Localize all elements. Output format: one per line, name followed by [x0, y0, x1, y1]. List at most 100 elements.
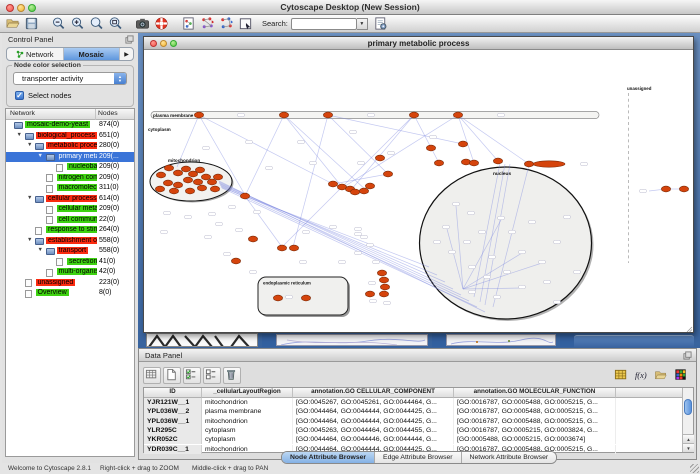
- delete-attribute-icon[interactable]: [223, 367, 241, 384]
- zoom-selected-icon[interactable]: [88, 16, 105, 32]
- table-cell[interactable]: [GO:0044464, GO:0044444, GO:0044425, G..…: [293, 417, 454, 426]
- table-cell[interactable]: YJR121W__1: [144, 398, 202, 407]
- scroll-up-button[interactable]: ▲: [683, 434, 694, 443]
- node-label[interactable]: [469, 265, 476, 268]
- gene-node[interactable]: [197, 185, 206, 191]
- tree-row-multi-organism-pro[interactable]: multi-organism pro42(0): [6, 267, 134, 278]
- column-header-annotation.GO CELLULAR_COMPONENT[interactable]: annotation.GO CELLULAR_COMPONENT: [293, 388, 454, 398]
- node-label[interactable]: [355, 251, 362, 254]
- node-label[interactable]: [209, 212, 216, 215]
- node-label[interactable]: [185, 215, 192, 218]
- gene-node[interactable]: [193, 179, 202, 185]
- node-label[interactable]: [484, 275, 491, 278]
- gene-node[interactable]: [365, 183, 374, 189]
- table-cell[interactable]: cytoplasm: [202, 435, 293, 444]
- vizmap-icon[interactable]: [180, 16, 197, 32]
- search-input[interactable]: [291, 18, 357, 30]
- hide-selected-icon[interactable]: [199, 16, 216, 32]
- table-scrollbar[interactable]: ▲ ▼: [682, 388, 693, 452]
- open-icon[interactable]: [4, 16, 21, 32]
- node-label[interactable]: [330, 225, 337, 228]
- column-header-blank[interactable]: [616, 388, 685, 398]
- gene-node[interactable]: [194, 112, 203, 118]
- node-label[interactable]: [504, 270, 511, 273]
- column-header-_cellularLayoutRegion[interactable]: _cellularLayoutRegion: [202, 388, 293, 398]
- table-cell[interactable]: mitochondrion: [202, 398, 293, 407]
- node-label[interactable]: [339, 260, 346, 263]
- table-cell[interactable]: YDR039C__1: [144, 445, 202, 454]
- tree-row-response-to-stimulu[interactable]: response to stimulu264(0): [6, 225, 134, 236]
- table-cell[interactable]: YKR052C: [144, 435, 202, 444]
- node-label[interactable]: [367, 243, 374, 246]
- tree-row-cellular-metabol[interactable]: cellular metabol209(0): [6, 204, 134, 215]
- node-label[interactable]: [161, 230, 168, 233]
- gene-node[interactable]: [210, 186, 219, 192]
- tree-row-cellular-process[interactable]: ▼cellular process614(0): [6, 194, 134, 205]
- column-header-ID[interactable]: ID: [144, 388, 202, 398]
- snapshot-icon[interactable]: [134, 16, 151, 32]
- tree-row-biological-process[interactable]: ▼biological_process651(0): [6, 131, 134, 142]
- node-label[interactable]: [266, 166, 273, 169]
- node-label[interactable]: [286, 295, 293, 298]
- select-nodes-checkbox[interactable]: ✓: [15, 91, 24, 100]
- scroll-down-button[interactable]: ▼: [683, 443, 694, 452]
- node-label[interactable]: [388, 151, 395, 154]
- table-cell[interactable]: [GO:0016787, GO:0005488, GO:0005215, G..…: [454, 407, 616, 416]
- import-table-icon[interactable]: [652, 367, 670, 384]
- table-cell[interactable]: YPL036W__2: [144, 407, 202, 416]
- node-label[interactable]: [303, 230, 310, 233]
- zoom-out-icon[interactable]: [50, 16, 67, 32]
- node-label[interactable]: [519, 285, 526, 288]
- gene-node[interactable]: [679, 186, 688, 192]
- zoom-in-icon[interactable]: [69, 16, 86, 32]
- tab-network[interactable]: Network: [7, 48, 64, 60]
- gene-node[interactable]: [213, 174, 222, 180]
- mosaic-matrix-icon[interactable]: [672, 367, 690, 384]
- gene-node[interactable]: [173, 170, 182, 176]
- tree-row-overview[interactable]: Overview8(0): [6, 288, 134, 299]
- gene-node[interactable]: [273, 295, 282, 301]
- node-label[interactable]: [529, 220, 536, 223]
- gene-node[interactable]: [163, 180, 172, 186]
- node-label[interactable]: [489, 255, 496, 258]
- gene-node[interactable]: [323, 112, 332, 118]
- gene-node[interactable]: [301, 295, 310, 301]
- gene-node[interactable]: [461, 159, 470, 165]
- gene-node[interactable]: [277, 245, 286, 251]
- gene-node[interactable]: [173, 182, 182, 188]
- node-label[interactable]: [554, 240, 561, 243]
- node-label[interactable]: [238, 113, 245, 116]
- gene-node[interactable]: [493, 158, 502, 164]
- node-label[interactable]: [434, 240, 441, 243]
- node-label[interactable]: [373, 260, 380, 263]
- table-cell[interactable]: YLR295C: [144, 426, 202, 435]
- float-panel-icon[interactable]: [125, 35, 134, 44]
- gene-node[interactable]: [524, 161, 533, 167]
- unselect-attributes-icon[interactable]: [203, 367, 221, 384]
- tree-row-macromolecule[interactable]: macromolecule311(0): [6, 183, 134, 194]
- gene-node[interactable]: [359, 188, 368, 194]
- float-panel-icon[interactable]: [683, 351, 692, 360]
- node-label[interactable]: [468, 211, 475, 214]
- node-label[interactable]: [640, 189, 647, 192]
- gene-node[interactable]: [289, 245, 298, 251]
- node-label[interactable]: [355, 227, 362, 230]
- gene-node[interactable]: [661, 186, 670, 192]
- annotation-icon[interactable]: [237, 16, 254, 32]
- node-label[interactable]: [544, 280, 551, 283]
- network-canvas[interactable]: plasma membrane cytoplasm mitochondrion …: [144, 50, 693, 332]
- node-label[interactable]: [216, 222, 223, 225]
- node-label[interactable]: [203, 146, 210, 149]
- gene-node[interactable]: [350, 189, 359, 195]
- gene-node[interactable]: [156, 172, 165, 178]
- background-window-titlebar[interactable]: [574, 335, 694, 347]
- node-label[interactable]: [519, 250, 526, 253]
- gene-node[interactable]: [248, 236, 257, 242]
- node-label[interactable]: [246, 140, 253, 143]
- background-window-overview[interactable]: [146, 333, 258, 347]
- table-cell[interactable]: [GO:0005488, GO:0005215, GO:0003674]: [454, 435, 616, 444]
- node-label[interactable]: [430, 135, 437, 138]
- select-neighbors-icon[interactable]: [218, 16, 235, 32]
- gene-node[interactable]: [365, 291, 374, 297]
- window-resize-grip[interactable]: [690, 464, 699, 473]
